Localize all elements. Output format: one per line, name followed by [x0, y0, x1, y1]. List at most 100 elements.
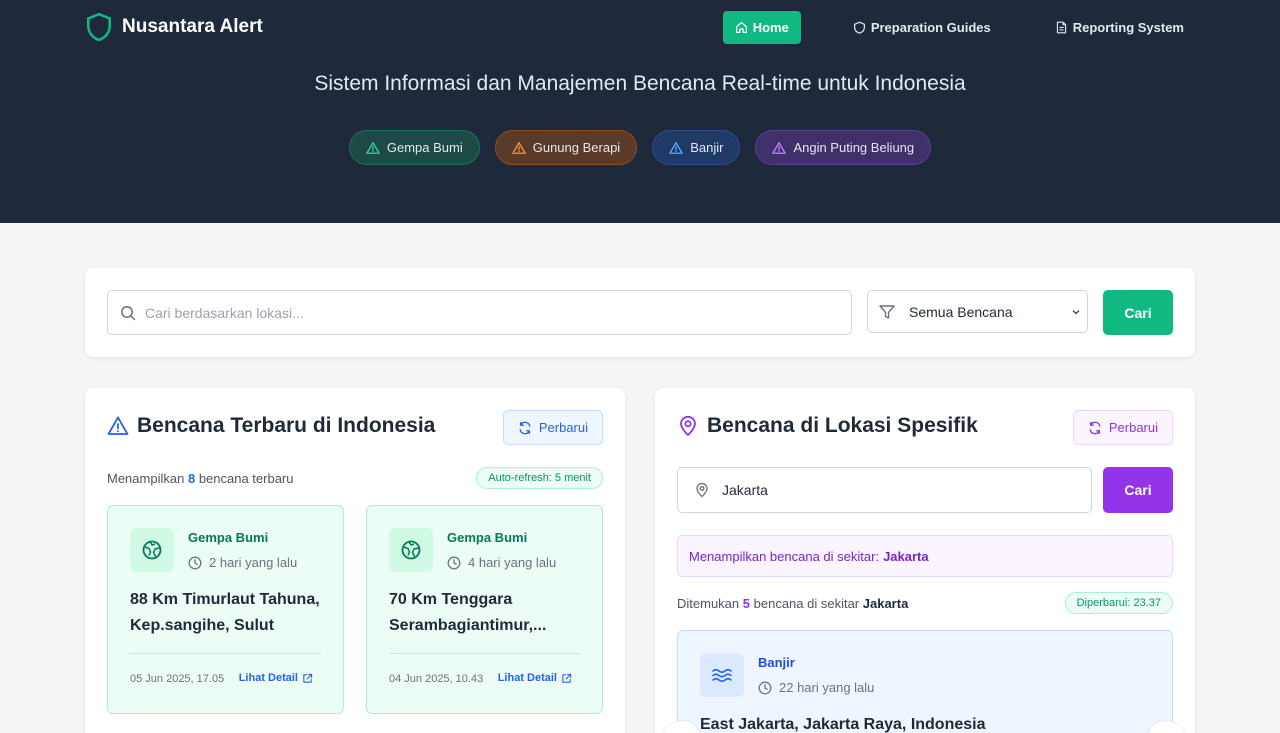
- event-time-ago: 22 hari yang lalu: [779, 680, 875, 695]
- location-disasters-heading: Bencana di Lokasi Spesifik: [707, 414, 978, 437]
- waves-icon: [712, 668, 732, 683]
- event-type: Banjir: [758, 655, 795, 670]
- chip-gempa-bumi[interactable]: Gempa Bumi: [348, 130, 480, 165]
- warning-icon: [107, 416, 129, 435]
- event-title: East Jakarta, Jakarta Raya, Indonesia: [700, 716, 986, 733]
- shield-logo-icon: [86, 12, 111, 42]
- search-input[interactable]: [145, 304, 795, 321]
- disaster-card[interactable]: Gempa Bumi 2 hari yang lalu 88 Km Timurl…: [107, 505, 344, 714]
- event-icon-box: [389, 528, 433, 572]
- refresh-location-button[interactable]: Perbarui: [1072, 410, 1173, 445]
- found-count: 5: [742, 596, 750, 611]
- chip-gunung-berapi[interactable]: Gunung Berapi: [494, 130, 638, 165]
- filter-icon: [879, 304, 895, 319]
- refresh-latest-button[interactable]: Perbarui: [502, 410, 603, 445]
- warning-icon: [669, 141, 683, 154]
- count-prefix: Menampilkan: [107, 471, 185, 486]
- clock-icon: [447, 556, 461, 569]
- latest-count-line: Menampilkan 8 bencana terbaru: [107, 471, 294, 486]
- nav-preparation-guides[interactable]: Preparation Guides: [841, 11, 1003, 44]
- event-date: 04 Jun 2025, 10.43: [389, 673, 484, 685]
- latest-disasters-title: Bencana Terbaru di Indonesia: [107, 414, 435, 438]
- search-icon: [121, 305, 136, 320]
- event-time-ago: 2 hari yang lalu: [209, 555, 298, 570]
- location-disasters-title: Bencana di Lokasi Spesifik: [677, 414, 978, 438]
- hero-header: Nusantara Alert Home Preparation Guides …: [0, 0, 1280, 223]
- nav-reporting-system[interactable]: Reporting System: [1043, 11, 1196, 44]
- chip-angin-puting-beliung[interactable]: Angin Puting Beliung: [755, 130, 932, 165]
- home-icon: [735, 22, 747, 33]
- chevron-down-icon: [1072, 309, 1080, 314]
- found-count-line: Ditemukan 5 bencana di sekitar Jakarta: [677, 596, 908, 611]
- divider: [389, 653, 580, 654]
- event-icon-box: [700, 653, 744, 697]
- chip-label: Angin Puting Beliung: [793, 140, 915, 155]
- search-panel: Semua Bencana Cari: [85, 268, 1195, 357]
- event-title: 70 Km Tenggara Serambagiantimur,...: [389, 591, 547, 634]
- shield-icon: [853, 21, 865, 34]
- brand[interactable]: Nusantara Alert: [86, 12, 263, 42]
- hero-subtitle: Sistem Informasi dan Manajemen Bencana R…: [314, 72, 966, 95]
- view-detail-link[interactable]: Lihat Detail: [239, 672, 313, 684]
- event-time-ago: 4 hari yang lalu: [468, 555, 557, 570]
- latest-count: 8: [187, 471, 196, 486]
- brand-name: Nusantara Alert: [122, 16, 263, 37]
- refresh-icon: [1089, 421, 1101, 434]
- nav-preparation-guides-label: Preparation Guides: [870, 20, 991, 35]
- refresh-latest-label: Perbarui: [538, 420, 588, 435]
- disaster-card[interactable]: Gempa Bumi 4 hari yang lalu 70 Km Tengga…: [366, 505, 603, 714]
- event-time: 4 hari yang lalu: [447, 555, 556, 570]
- disaster-filter-select[interactable]: Semua Bencana: [867, 290, 1088, 333]
- external-link-icon: [562, 673, 572, 683]
- chip-label: Gempa Bumi: [386, 140, 463, 155]
- view-detail-link[interactable]: Lihat Detail: [498, 672, 572, 684]
- nav-home-label: Home: [752, 20, 789, 35]
- event-type: Gempa Bumi: [447, 530, 528, 545]
- location-info-banner: Menampilkan bencana di sekitar: Jakarta: [677, 535, 1173, 577]
- chip-banjir[interactable]: Banjir: [652, 130, 741, 165]
- disaster-card[interactable]: Banjir 22 hari yang lalu East Jakarta, J…: [677, 630, 1173, 733]
- latest-disasters-heading: Bencana Terbaru di Indonesia: [137, 414, 436, 437]
- latest-disasters-card: Bencana Terbaru di Indonesia Perbarui Me…: [85, 388, 625, 733]
- event-icon-box: [130, 528, 174, 572]
- external-link-icon: [303, 673, 313, 683]
- globe-icon: [142, 540, 162, 560]
- main-nav: Home Preparation Guides Reporting System: [722, 11, 1196, 44]
- map-pin-icon: [696, 482, 708, 498]
- location-input-box[interactable]: [677, 467, 1092, 513]
- event-time: 2 hari yang lalu: [188, 555, 297, 570]
- nav-home[interactable]: Home: [722, 11, 801, 44]
- warning-icon: [366, 141, 380, 154]
- location-search-box[interactable]: [107, 290, 852, 335]
- view-detail-label: Lihat Detail: [497, 672, 557, 684]
- search-button[interactable]: Cari: [1103, 290, 1173, 335]
- found-location: Jakarta: [862, 596, 909, 611]
- auto-refresh-badge: Auto-refresh: 5 menit: [476, 467, 603, 489]
- divider: [130, 653, 321, 654]
- location-disasters-card: Bencana di Lokasi Spesifik Perbarui Cari…: [655, 388, 1195, 733]
- filter-selected-value: Semua Bencana: [909, 303, 1013, 320]
- globe-icon: [401, 540, 421, 560]
- location-input[interactable]: [722, 482, 1072, 498]
- view-detail-label: Lihat Detail: [238, 672, 298, 684]
- found-prefix: Ditemukan: [677, 596, 740, 611]
- clock-icon: [758, 681, 772, 694]
- chip-label: Gunung Berapi: [532, 140, 621, 155]
- refresh-icon: [519, 421, 531, 434]
- refresh-location-label: Perbarui: [1108, 420, 1158, 435]
- event-date: 05 Jun 2025, 17.05: [130, 673, 225, 685]
- info-location: Jakarta: [883, 548, 929, 564]
- nav-reporting-system-label: Reporting System: [1072, 20, 1184, 35]
- disaster-type-chips: Gempa Bumi Gunung Berapi Banjir Angin Pu…: [0, 130, 1280, 165]
- event-type: Gempa Bumi: [188, 530, 269, 545]
- count-suffix: bencana terbaru: [198, 471, 294, 486]
- event-title: 88 Km Timurlaut Tahuna, Kep.sangihe, Sul…: [130, 591, 320, 634]
- location-search-button[interactable]: Cari: [1103, 467, 1173, 513]
- clock-icon: [188, 556, 202, 569]
- warning-icon: [511, 141, 526, 154]
- updated-badge: Diperbarui: 23.37: [1064, 592, 1173, 614]
- map-pin-icon: [680, 415, 696, 436]
- document-icon: [1056, 21, 1066, 34]
- found-middle: bencana di sekitar: [753, 596, 860, 611]
- warning-icon: [772, 141, 787, 154]
